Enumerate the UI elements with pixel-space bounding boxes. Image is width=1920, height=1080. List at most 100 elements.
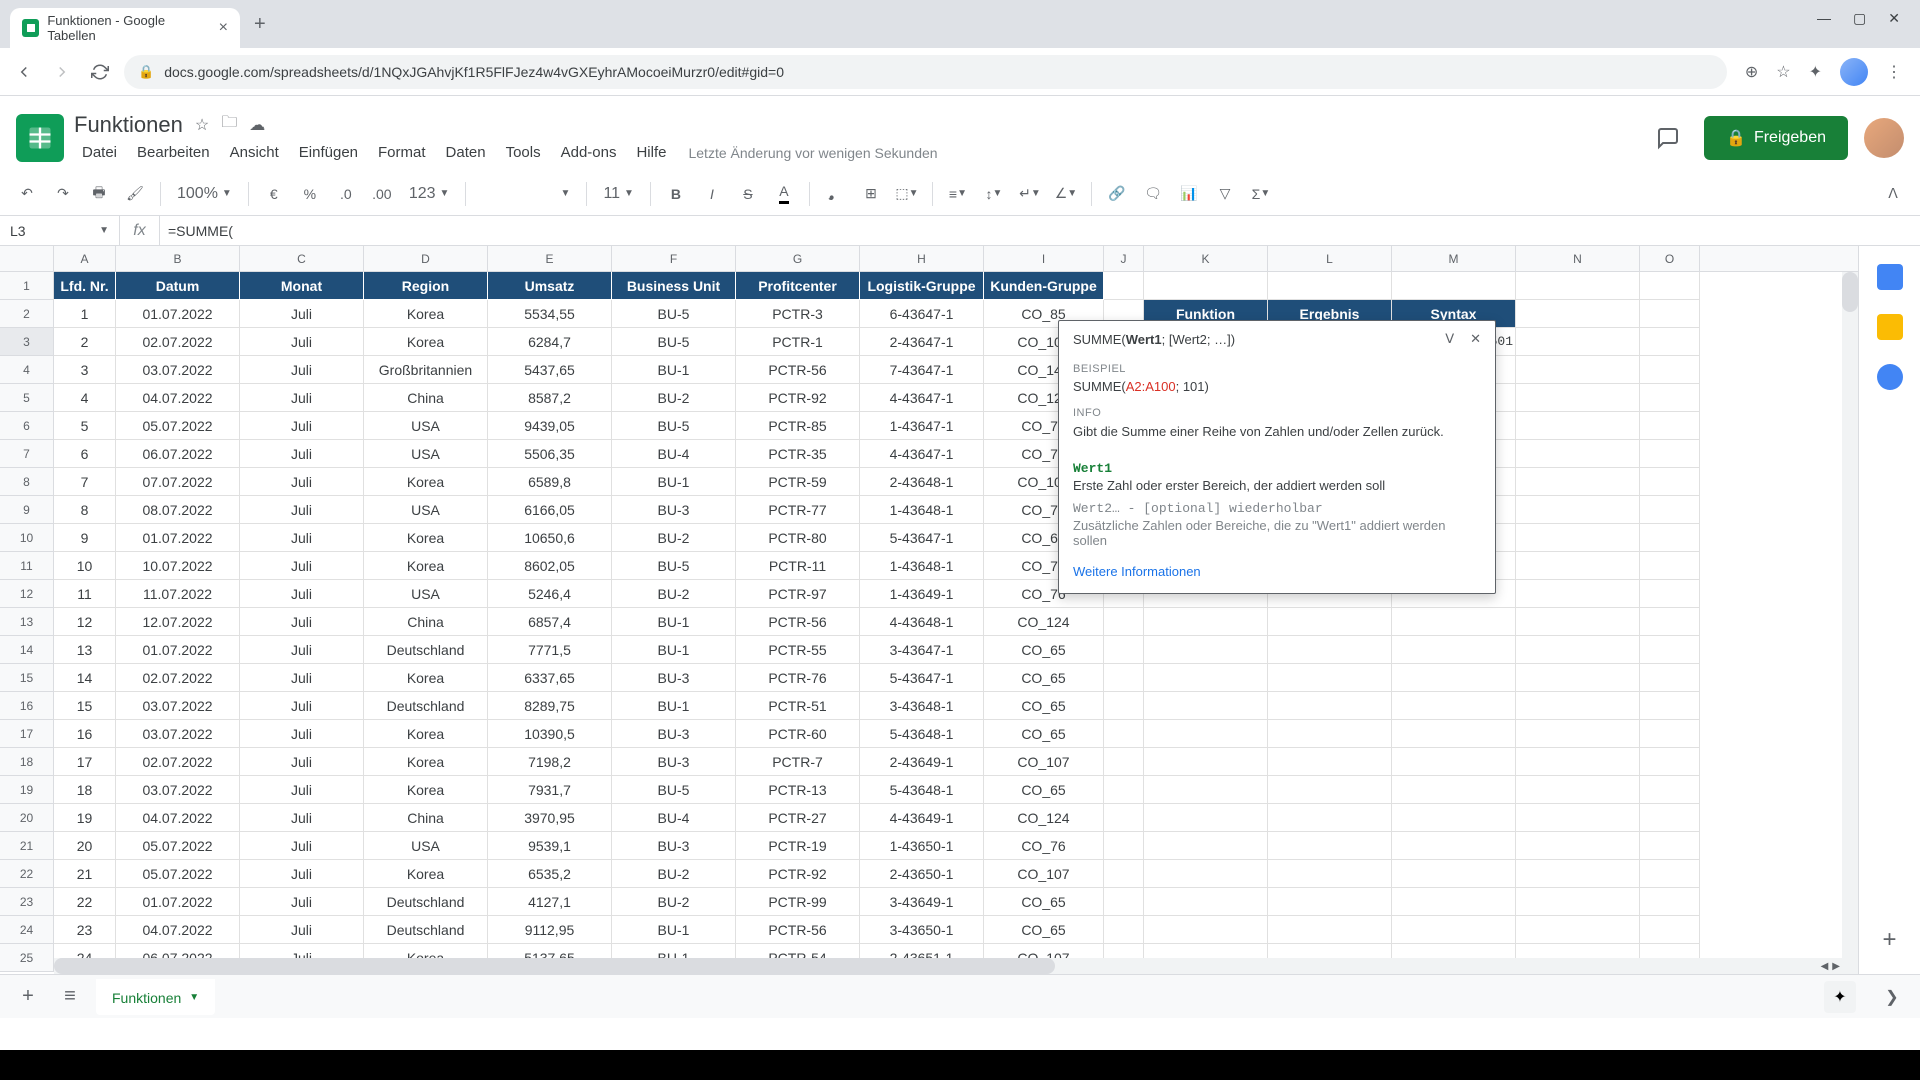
menu-datei[interactable]: Datei	[74, 140, 125, 165]
cell[interactable]	[1516, 384, 1640, 412]
cell[interactable]: Kunden-Gruppe	[984, 272, 1104, 300]
menu-format[interactable]: Format	[370, 140, 434, 165]
cell[interactable]	[1516, 692, 1640, 720]
row-header[interactable]: 15	[0, 664, 54, 692]
cell[interactable]: 03.07.2022	[116, 356, 240, 384]
row-header[interactable]: 5	[0, 384, 54, 412]
column-header[interactable]: N	[1516, 246, 1640, 271]
cell[interactable]: 21	[54, 860, 116, 888]
wrap-button[interactable]: ↵▼	[1015, 179, 1045, 209]
cell[interactable]: 3-43647-1	[860, 636, 984, 664]
cell[interactable]	[1268, 888, 1392, 916]
cell[interactable]: Juli	[240, 552, 364, 580]
italic-button[interactable]: I	[697, 179, 727, 209]
cell[interactable]	[1268, 804, 1392, 832]
cell[interactable]	[1104, 664, 1144, 692]
cell[interactable]: Großbritannien	[364, 356, 488, 384]
cell[interactable]: PCTR-92	[736, 860, 860, 888]
cell[interactable]: 5506,35	[488, 440, 612, 468]
cell[interactable]	[1144, 636, 1268, 664]
cell[interactable]: 5534,55	[488, 300, 612, 328]
side-panel-toggle[interactable]: ❯	[1876, 981, 1908, 1013]
column-header[interactable]: C	[240, 246, 364, 271]
cell[interactable]	[1640, 636, 1700, 664]
cell[interactable]: PCTR-60	[736, 720, 860, 748]
cell[interactable]	[1516, 524, 1640, 552]
row-header[interactable]: 1	[0, 272, 54, 300]
cell[interactable]	[1640, 412, 1700, 440]
cell[interactable]: BU-2	[612, 860, 736, 888]
row-header[interactable]: 18	[0, 748, 54, 776]
cell[interactable]: 02.07.2022	[116, 328, 240, 356]
row-header[interactable]: 19	[0, 776, 54, 804]
halign-button[interactable]: ≡▼	[943, 179, 973, 209]
cell[interactable]: 10390,5	[488, 720, 612, 748]
column-header[interactable]: H	[860, 246, 984, 271]
cell[interactable]	[1516, 608, 1640, 636]
row-header[interactable]: 2	[0, 300, 54, 328]
cell[interactable]: BU-2	[612, 384, 736, 412]
text-color-button[interactable]: A	[769, 179, 799, 209]
back-button[interactable]	[10, 58, 38, 86]
cell[interactable]: Korea	[364, 720, 488, 748]
move-icon[interactable]: 🗀	[221, 111, 237, 138]
last-edit-text[interactable]: Letzte Änderung vor wenigen Sekunden	[688, 145, 937, 161]
bold-button[interactable]: B	[661, 179, 691, 209]
cell[interactable]: 12	[54, 608, 116, 636]
rotate-button[interactable]: ∠▼	[1051, 179, 1081, 209]
decrease-decimal-button[interactable]: .0	[331, 179, 361, 209]
cell[interactable]	[1516, 328, 1640, 356]
cell[interactable]: BU-5	[612, 300, 736, 328]
keep-sidebar-icon[interactable]	[1877, 314, 1903, 340]
help-collapse-icon[interactable]: ᐯ	[1445, 331, 1454, 347]
collapse-toolbar-button[interactable]: ᐱ	[1878, 179, 1908, 209]
forward-button[interactable]	[48, 58, 76, 86]
cell[interactable]: 14	[54, 664, 116, 692]
minimize-icon[interactable]: —	[1817, 10, 1831, 27]
cell[interactable]	[1104, 636, 1144, 664]
cell[interactable]: CO_107	[984, 748, 1104, 776]
row-header[interactable]: 7	[0, 440, 54, 468]
cell[interactable]: Juli	[240, 608, 364, 636]
column-header[interactable]: J	[1104, 246, 1144, 271]
row-header[interactable]: 24	[0, 916, 54, 944]
cell[interactable]: 04.07.2022	[116, 384, 240, 412]
cell[interactable]: PCTR-27	[736, 804, 860, 832]
add-sidebar-icon[interactable]: +	[1882, 926, 1896, 954]
cell[interactable]: 18	[54, 776, 116, 804]
cell[interactable]: 08.07.2022	[116, 496, 240, 524]
cell[interactable]	[1516, 496, 1640, 524]
chart-button[interactable]: 📊	[1174, 179, 1204, 209]
cell[interactable]: Profitcenter	[736, 272, 860, 300]
zoom-icon[interactable]: ⊕	[1745, 62, 1758, 82]
row-header[interactable]: 20	[0, 804, 54, 832]
help-close-icon[interactable]: ✕	[1470, 331, 1481, 347]
cell[interactable]	[1268, 832, 1392, 860]
cell[interactable]: 1-43648-1	[860, 552, 984, 580]
cell[interactable]: BU-3	[612, 664, 736, 692]
cell[interactable]: 1	[54, 300, 116, 328]
calendar-sidebar-icon[interactable]	[1877, 264, 1903, 290]
column-header[interactable]: D	[364, 246, 488, 271]
cell[interactable]: BU-2	[612, 580, 736, 608]
cell[interactable]: Deutschland	[364, 692, 488, 720]
cell[interactable]: 01.07.2022	[116, 300, 240, 328]
cell[interactable]	[1268, 776, 1392, 804]
maximize-icon[interactable]: ▢	[1853, 10, 1866, 27]
cell[interactable]	[1104, 860, 1144, 888]
cell[interactable]	[1144, 860, 1268, 888]
row-header[interactable]: 25	[0, 944, 54, 972]
cell[interactable]: 15	[54, 692, 116, 720]
share-button[interactable]: 🔒 Freigeben	[1704, 116, 1848, 160]
add-sheet-button[interactable]: +	[12, 981, 44, 1013]
cell[interactable]: Juli	[240, 300, 364, 328]
cell[interactable]: BU-2	[612, 888, 736, 916]
comments-button[interactable]	[1648, 118, 1688, 158]
cell[interactable]: PCTR-56	[736, 356, 860, 384]
cell[interactable]	[1144, 916, 1268, 944]
cell[interactable]	[1104, 608, 1144, 636]
cell[interactable]: CO_65	[984, 916, 1104, 944]
cell[interactable]: PCTR-99	[736, 888, 860, 916]
cell[interactable]	[1104, 720, 1144, 748]
cell[interactable]	[1640, 916, 1700, 944]
